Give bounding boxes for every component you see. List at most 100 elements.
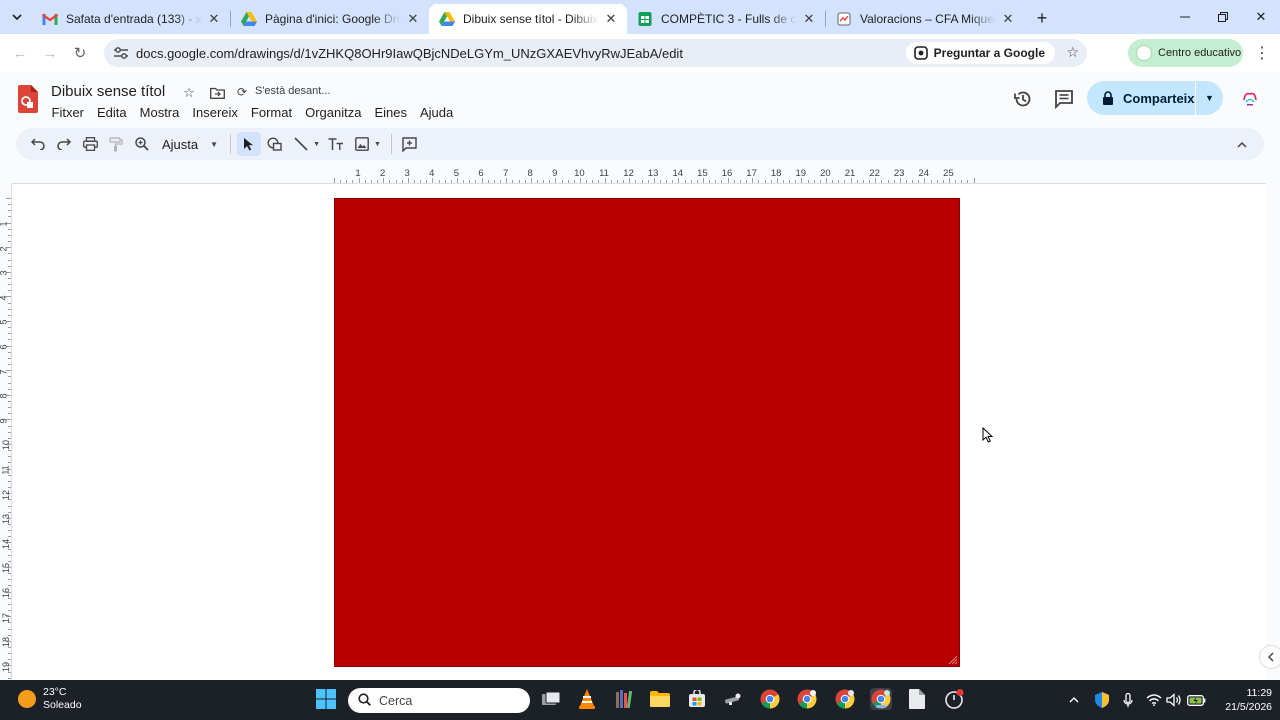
battery-charging-icon [1186,694,1205,706]
browser-menu-icon[interactable]: ⋮ [1252,43,1272,63]
browser-tab-sheets[interactable]: COMPÈTIC 3 - Fulls de càlcul de Google ✕ [627,4,825,34]
security-tray-icon[interactable] [1093,691,1111,709]
taskbar-store-button[interactable] [686,688,708,710]
ruler-label: 12 [1,489,12,500]
chevron-up-icon [1237,141,1247,148]
menu-organitza[interactable]: Organitza [299,103,368,122]
share-button[interactable]: Comparteix [1087,81,1195,115]
account-avatar-icon[interactable] [1238,86,1262,110]
google-drawings-logo-icon[interactable] [18,85,38,113]
caret-down-icon[interactable]: ▼ [313,141,320,148]
back-button[interactable]: ← [6,39,34,67]
taskbar-file-button[interactable] [906,688,928,710]
taskbar-app-button[interactable] [722,688,744,710]
browser-tab-gmail[interactable]: Safata d'entrada (133) - xaguedas ✕ [32,4,230,34]
insert-image-button[interactable] [350,132,374,156]
line-icon [294,137,308,151]
taskbar-library-button[interactable] [613,688,635,710]
document-title[interactable]: Dibuix sense títol [51,83,165,100]
move-folder-icon[interactable] [208,84,226,102]
forward-button[interactable]: → [36,39,64,67]
image-icon [355,137,369,151]
restore-button[interactable] [1204,0,1242,34]
side-panel-toggle-button[interactable] [1259,645,1280,669]
comments-icon[interactable] [1053,88,1075,110]
menu-insereix[interactable]: Insereix [186,103,245,122]
menu-format[interactable]: Format [244,103,298,122]
ask-google-button[interactable]: Preguntar a Google [905,42,1055,64]
reload-button[interactable]: ↻ [66,39,94,67]
ruler-tick [389,180,391,183]
line-tool-button[interactable] [289,132,313,156]
collapse-toolbar-button[interactable] [1234,136,1250,152]
ruler-label: 1 [355,168,361,179]
close-tab-icon[interactable]: ✕ [603,11,619,27]
menu-edita[interactable]: Edita [91,103,134,122]
bookmark-star-icon[interactable]: ☆ [1066,44,1079,61]
zoom-select[interactable]: Ajusta ▼ [162,137,218,152]
taskbar-chrome-profile-button[interactable] [796,688,818,710]
show-hidden-icons-button[interactable] [1066,691,1082,709]
document-icon [909,689,925,709]
profile-chip[interactable]: Centro educativo [1128,39,1243,67]
browser-tab-valoracions[interactable]: Valoracions – CFA Miquel Martí ✕ [826,4,1024,34]
task-view-button[interactable] [540,688,562,710]
close-window-button[interactable]: ✕ [1242,0,1280,34]
shape-tool-button[interactable] [263,132,287,156]
menu-mostra[interactable]: Mostra [133,103,186,122]
taskbar-vlc-button[interactable] [576,688,598,710]
undo-button[interactable] [26,132,50,156]
menu-eines[interactable]: Eines [368,103,414,122]
paint-format-button[interactable] [104,132,128,156]
minimize-button[interactable] [1166,0,1204,34]
ruler-tick [862,180,864,183]
text-box-button[interactable] [324,132,348,156]
caret-down-icon[interactable]: ▼ [374,141,381,148]
taskbar-chrome-profile-button[interactable] [834,688,856,710]
redo-button[interactable] [52,132,76,156]
print-button[interactable] [78,132,102,156]
zoom-button[interactable] [130,132,154,156]
close-tab-icon[interactable]: ✕ [801,11,817,27]
menu-ajuda[interactable]: Ajuda [413,103,459,122]
star-icon[interactable]: ☆ [180,84,198,102]
tab-search-button[interactable] [6,6,28,28]
browser-tab-drawings[interactable]: Dibuix sense títol - Dibuixos de Google … [429,4,627,34]
menu-bar: Fitxer Edita Mostra Insereix Format Orga… [45,103,460,122]
new-tab-button[interactable]: + [1028,4,1056,32]
taskbar-search-input[interactable]: Cerca [348,688,530,713]
ruler-label: 19 [795,168,807,179]
version-history-icon[interactable] [1012,88,1034,110]
wifi-tray-icon[interactable] [1145,691,1163,709]
taskbar-chrome-button[interactable] [759,688,781,710]
close-tab-icon[interactable]: ✕ [405,11,421,27]
volume-tray-icon[interactable] [1165,691,1183,709]
taskbar-explorer-button[interactable] [649,688,671,710]
weather-widget[interactable]: 23°C Soleado [18,686,82,712]
resize-grip-icon[interactable] [947,654,957,664]
text-box-icon [328,137,343,150]
taskbar-clock[interactable]: 11:29 21/5/2026 [1212,686,1272,714]
close-tab-icon[interactable]: ✕ [1000,11,1016,27]
select-tool-button[interactable] [237,132,262,156]
add-comment-button[interactable] [398,132,422,156]
browser-tab-drive[interactable]: Pàgina d'inici: Google Drive ✕ [231,4,429,34]
vlc-icon [579,689,595,709]
shapes-icon [267,137,282,151]
address-bar[interactable]: docs.google.com/drawings/d/1vZHKQ8OHr9Ia… [104,39,1087,67]
taskbar-recorder-button[interactable] [943,688,965,710]
taskbar-chrome-active-button[interactable] [870,688,892,710]
lock-icon [1103,91,1113,105]
close-icon: ✕ [1255,9,1267,24]
site-settings-icon[interactable] [112,44,130,62]
battery-tray-icon[interactable] [1186,691,1206,709]
ruler-label: 22 [869,168,880,179]
ruler-tick [8,382,11,384]
microphone-tray-icon[interactable] [1120,691,1136,709]
ruler-label: 19 [1,661,12,672]
menu-fitxer[interactable]: Fitxer [45,103,91,122]
close-tab-icon[interactable]: ✕ [206,11,222,27]
windows-start-icon[interactable] [316,689,336,709]
share-dropdown-button[interactable]: ▼ [1195,81,1223,115]
red-rectangle-shape[interactable] [334,198,960,667]
